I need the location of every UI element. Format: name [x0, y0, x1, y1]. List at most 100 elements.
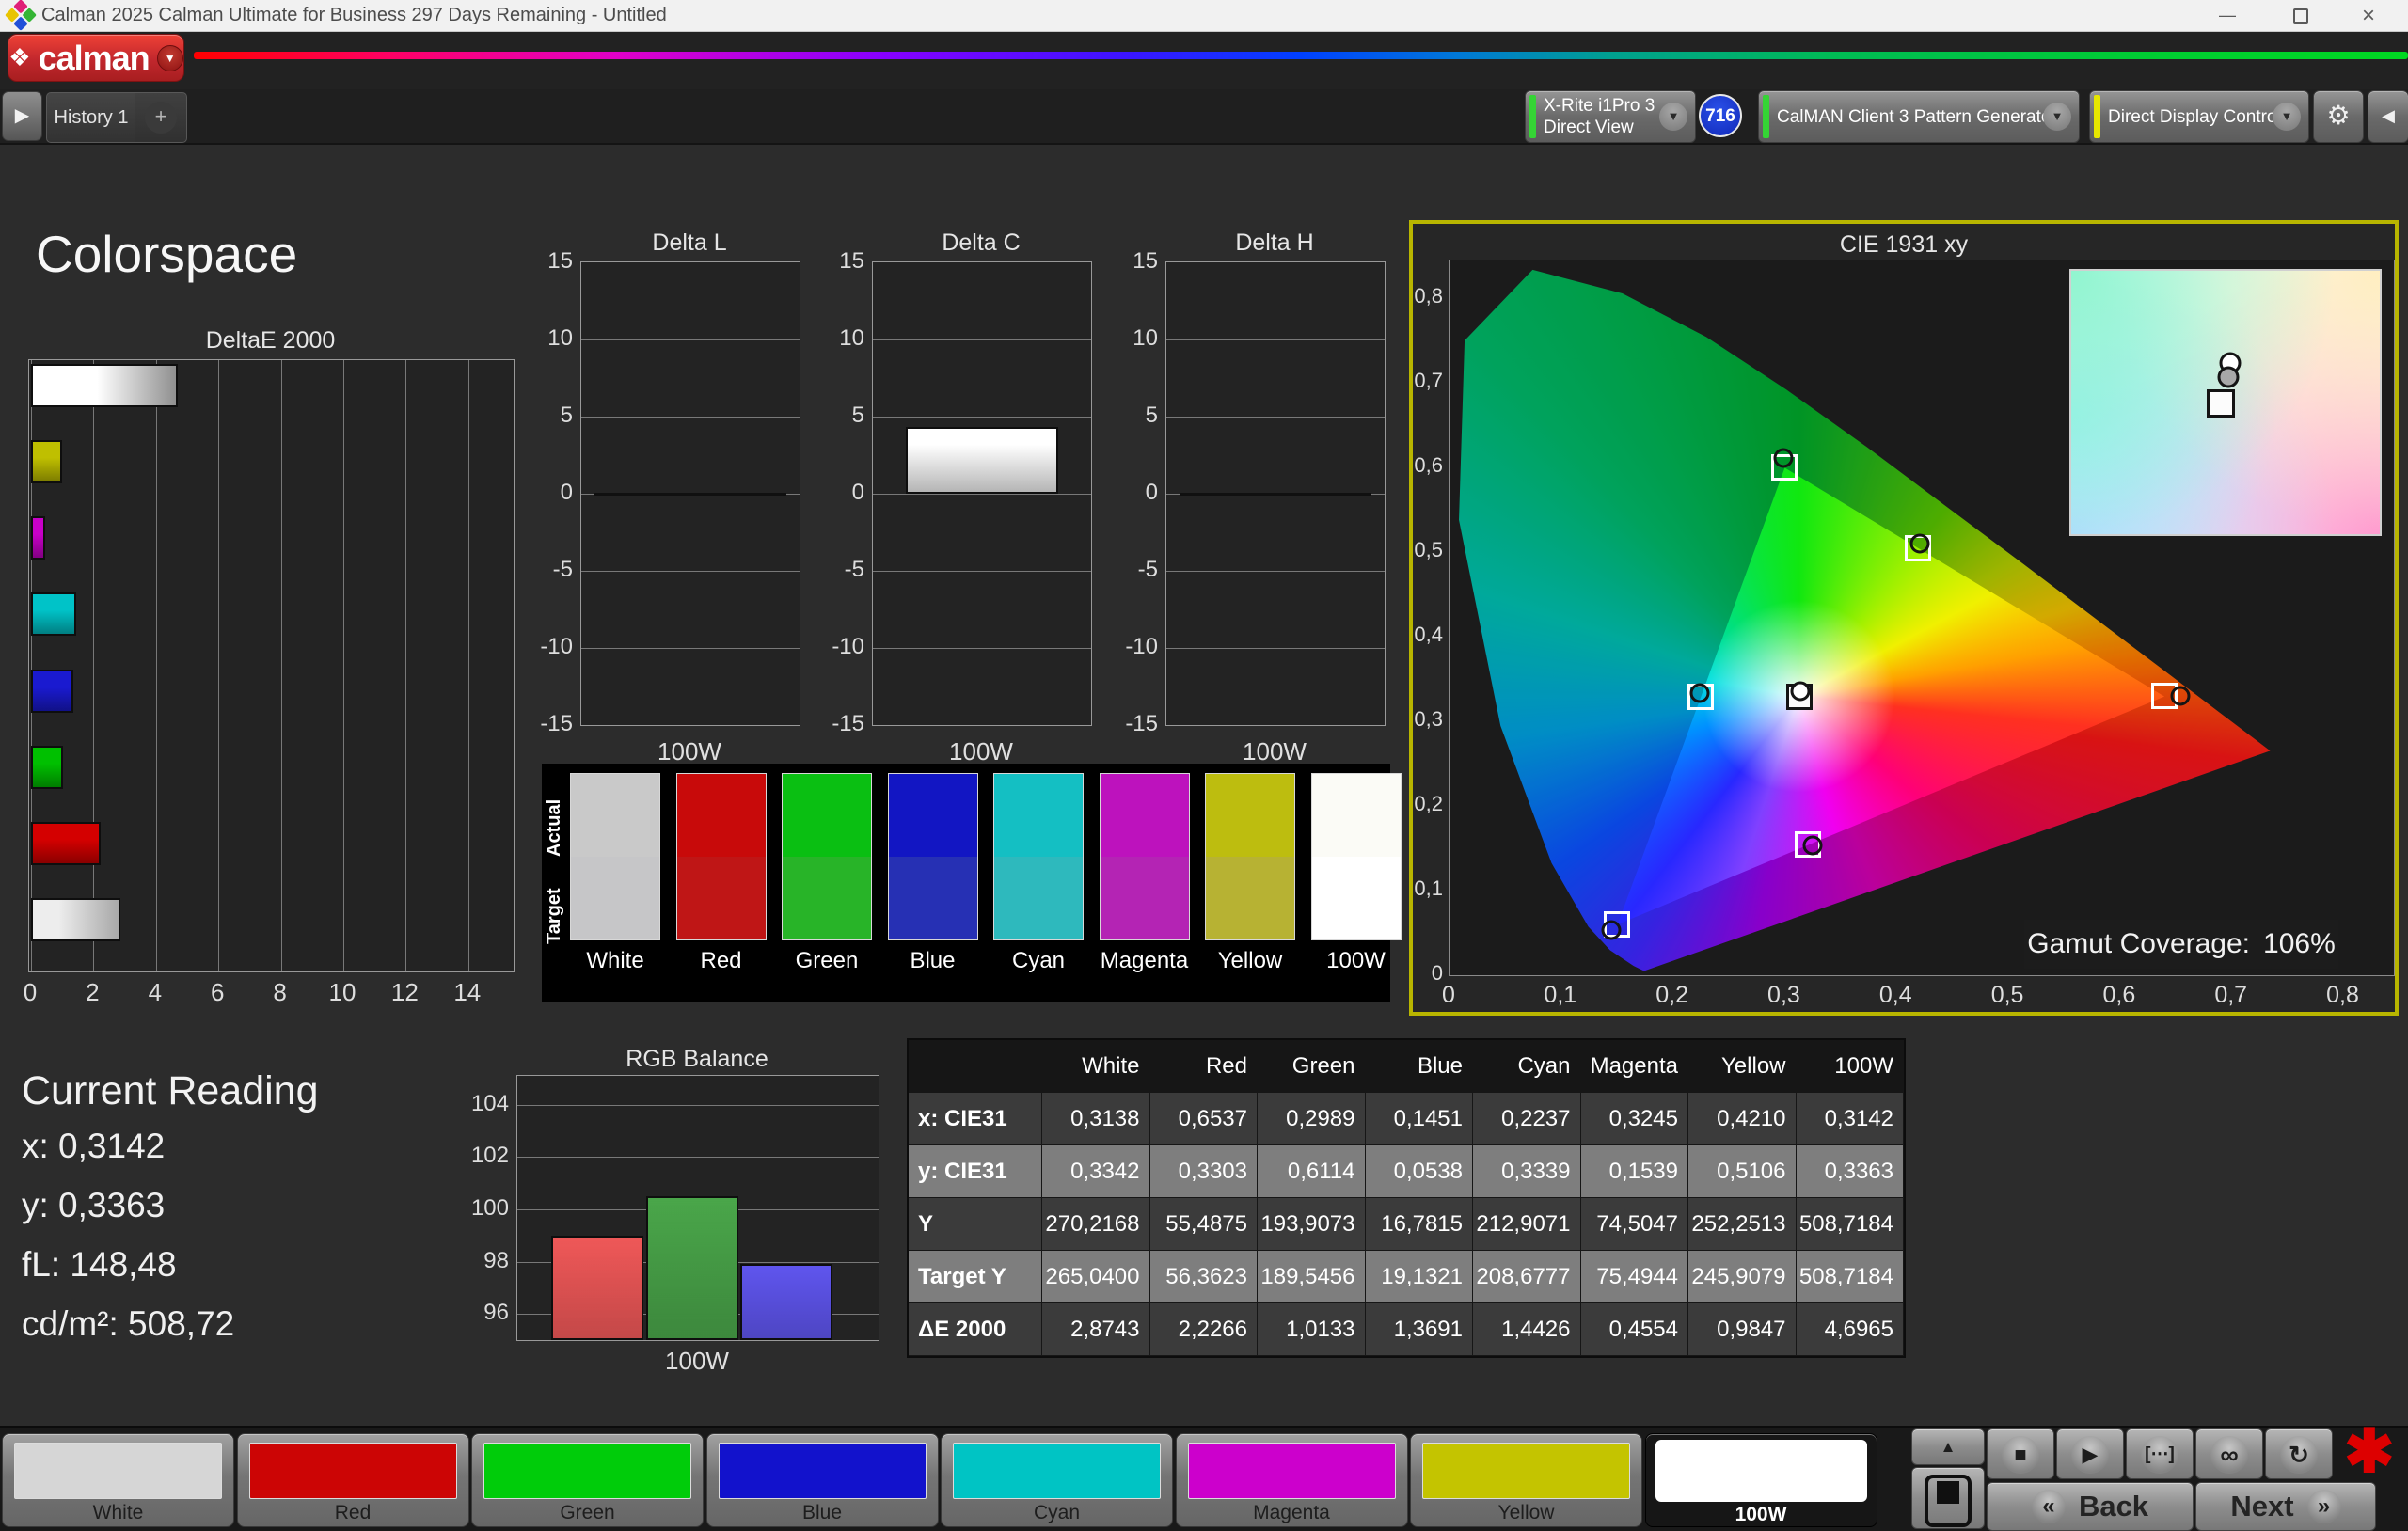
- pattern-button-red[interactable]: Red: [236, 1433, 469, 1527]
- pattern-button-100w[interactable]: 100W: [1644, 1433, 1877, 1527]
- delta-x-label: 100W: [1243, 737, 1307, 766]
- pattern-window-button[interactable]: [⋯]: [2126, 1428, 2194, 1479]
- table-cell: 0,5106: [1688, 1145, 1797, 1198]
- deltae-bar-magenta: [31, 516, 46, 560]
- pattern-button-yellow[interactable]: Yellow: [1410, 1433, 1642, 1527]
- delta-y-tick: -10: [832, 634, 864, 659]
- table-row-label: Target Y: [909, 1251, 1042, 1303]
- target-row-label: Target: [544, 888, 564, 944]
- swatch-target: [888, 857, 977, 939]
- delta-y-tick: -15: [540, 711, 573, 736]
- deltae-x-tick: 8: [273, 978, 287, 1006]
- cie-x-tick: 0,3: [1767, 982, 1800, 1008]
- display-control-dropdown[interactable]: Direct Display Control ▼: [2089, 90, 2309, 143]
- table-cell: 0,9847: [1688, 1303, 1797, 1356]
- swatch-label: Green: [795, 948, 859, 973]
- table-row-label: y: CIE31: [909, 1145, 1042, 1198]
- current-reading-line: fL: 148,48: [22, 1245, 177, 1284]
- back-button[interactable]: « Back: [1987, 1482, 2194, 1531]
- cie-y-tick: 0,8: [1414, 284, 1443, 308]
- deltae-x-tick: 6: [210, 978, 225, 1006]
- delta-gridline: [873, 417, 1091, 418]
- delta-y-tick: -5: [1137, 557, 1158, 582]
- pattern-label: Magenta: [1253, 1502, 1330, 1523]
- plus-icon: +: [145, 102, 177, 134]
- delta-chart-c: [872, 261, 1092, 726]
- swatch-blue: [887, 773, 978, 940]
- table-row-label: x: CIE31: [909, 1093, 1042, 1145]
- calman-menu-button[interactable]: ❖ calman ▼: [8, 34, 184, 82]
- pattern-button-cyan[interactable]: Cyan: [941, 1433, 1173, 1527]
- swatch-actual: [1100, 774, 1189, 857]
- pattern-button-magenta[interactable]: Magenta: [1175, 1433, 1408, 1527]
- tab-history-1[interactable]: History 1: [46, 92, 136, 143]
- swatch-label: White: [586, 948, 644, 973]
- swatch-actual: [676, 774, 766, 857]
- gamut-coverage-value: 106%: [2263, 928, 2336, 959]
- cie-1931-panel: CIE 1931 xy Gamut Coverage: 106% 0 0,1 0,2…: [1409, 220, 2399, 1016]
- current-reading-line: y: 0,3363: [22, 1186, 166, 1224]
- delta-gridline: [1166, 417, 1385, 418]
- close-button[interactable]: ×: [2347, 0, 2390, 31]
- table-cell: 0,3342: [1042, 1145, 1150, 1198]
- swatch-actual: [571, 774, 659, 857]
- collapse-panel-button[interactable]: ◀: [2368, 90, 2408, 143]
- meter-count-badge[interactable]: 716: [1699, 94, 1742, 137]
- continuous-read-button[interactable]: ∞: [2195, 1428, 2263, 1479]
- workflow-flyout-button[interactable]: ▶: [2, 91, 42, 141]
- cie-chart-title: CIE 1931 xy: [1839, 231, 1969, 258]
- meter-dropdown[interactable]: X-Rite i1Pro 3 Direct View ▼: [1525, 90, 1696, 143]
- deltae-gridline: [467, 360, 469, 971]
- table-cell: 0,6537: [1149, 1093, 1258, 1145]
- window-size-up-button[interactable]: ▲: [1911, 1428, 1985, 1465]
- delta-x-label: 100W: [657, 737, 721, 766]
- chevron-left-icon: ◀: [2382, 106, 2395, 125]
- pattern-source-dropdown[interactable]: CalMAN Client 3 Pattern Generator ▼: [1758, 90, 2080, 143]
- table-cell: 56,3623: [1149, 1251, 1258, 1303]
- table-cell: 508,7184: [1796, 1198, 1904, 1251]
- table-cell: 74,5047: [1580, 1198, 1688, 1251]
- table-cell: 0,1451: [1365, 1093, 1473, 1145]
- cie-y-tick: 0,2: [1414, 792, 1443, 816]
- cie-x-tick: 0,1: [1544, 982, 1577, 1008]
- delta-gridline: [1166, 648, 1385, 649]
- pattern-button-white[interactable]: White: [2, 1433, 234, 1527]
- pattern-swatch: [1422, 1443, 1630, 1499]
- pattern-button-green[interactable]: Green: [471, 1433, 704, 1527]
- add-tab-button[interactable]: +: [135, 92, 187, 143]
- window-title: Calman 2025 Calman Ultimate for Business…: [41, 5, 667, 25]
- chevron-down-icon: ▼: [2043, 103, 2071, 131]
- cie-measured-magenta: [1802, 835, 1823, 856]
- cie-y-tick: 0,3: [1414, 707, 1443, 732]
- delta-chart-l: [580, 261, 800, 726]
- settings-button[interactable]: ⚙: [2313, 90, 2364, 143]
- current-reading-line: x: 0,3142: [22, 1127, 166, 1165]
- minimize-button[interactable]: —: [2206, 0, 2249, 31]
- table-cell: 193,9073: [1258, 1198, 1366, 1251]
- swatch-magenta: [1099, 773, 1190, 940]
- stop-button[interactable]: ■: [1987, 1428, 2054, 1479]
- table-cell: 1,4426: [1473, 1303, 1581, 1356]
- deltae-bar-white: [31, 898, 121, 942]
- chevron-down-icon: ▼: [1659, 103, 1687, 131]
- gamut-coverage-label: Gamut Coverage:: [2027, 928, 2251, 959]
- delta-zero-line: [1179, 493, 1372, 496]
- window-position-button[interactable]: [1911, 1467, 1985, 1529]
- deltae-gridline: [280, 360, 282, 971]
- double-chevron-left-icon: «: [2031, 1490, 2066, 1523]
- cie-measured-blue: [1601, 920, 1622, 940]
- app-window: Calman 2025 Calman Ultimate for Business…: [0, 0, 2408, 1531]
- actual-target-swatch-panel: Actual Target White Red Green Blue Cyan Magen…: [542, 764, 1402, 1002]
- rainbow-accent-bar: [194, 52, 2408, 59]
- loop-button[interactable]: ↻: [2265, 1428, 2333, 1479]
- deltae-gridline: [93, 360, 95, 971]
- delta-zero-line: [594, 493, 787, 496]
- play-button[interactable]: ▶: [2056, 1428, 2124, 1479]
- alert-asterisk-icon: ✱: [2344, 1417, 2395, 1485]
- deltae-bar-cyan: [31, 592, 76, 637]
- delta-chart-title: Delta L: [652, 229, 727, 256]
- pattern-button-blue[interactable]: Blue: [705, 1433, 939, 1527]
- table-cell: 19,1321: [1365, 1251, 1473, 1303]
- next-button[interactable]: Next »: [2195, 1482, 2376, 1531]
- restore-button[interactable]: [2278, 0, 2321, 31]
